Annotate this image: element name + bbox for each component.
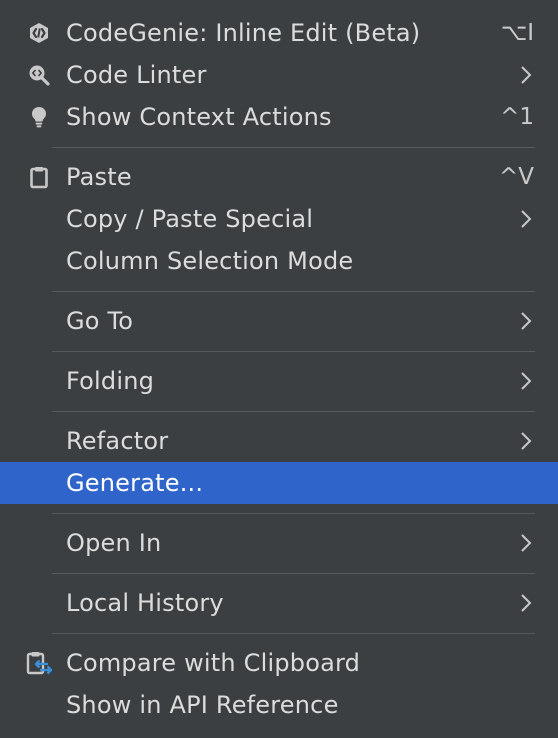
chevron-right-icon — [521, 312, 532, 330]
menu-item-show-context-actions[interactable]: Show Context Actions ^1 — [0, 96, 558, 138]
context-menu: CodeGenie: Inline Edit (Beta) ⌥I Code Li… — [0, 0, 558, 738]
menu-item-column-selection-mode[interactable]: Column Selection Mode — [0, 240, 558, 282]
menu-item-copy-paste-special[interactable]: Copy / Paste Special — [0, 198, 558, 240]
menu-item-label: CodeGenie: Inline Edit (Beta) — [66, 19, 421, 47]
menu-separator — [0, 282, 558, 300]
chevron-right-icon — [521, 534, 532, 552]
menu-item-refactor[interactable]: Refactor — [0, 420, 558, 462]
menu-item-label: Code Linter — [66, 61, 207, 89]
menu-item-folding[interactable]: Folding — [0, 360, 558, 402]
shortcut-label: ⌥I — [500, 20, 534, 46]
shortcut-label: ^V — [498, 164, 534, 190]
menu-item-label: Copy / Paste Special — [66, 205, 314, 233]
menu-item-code-linter[interactable]: Code Linter — [0, 54, 558, 96]
menu-item-show-in-api-reference[interactable]: Show in API Reference — [0, 684, 558, 726]
menu-item-codegenie-inline-edit[interactable]: CodeGenie: Inline Edit (Beta) ⌥I — [0, 12, 558, 54]
chevron-right-icon — [521, 210, 532, 228]
menu-item-label: Open In — [66, 529, 162, 557]
shortcut-label: ^1 — [500, 104, 534, 130]
menu-separator — [0, 402, 558, 420]
menu-separator — [0, 564, 558, 582]
lightbulb-icon — [26, 104, 52, 130]
menu-item-open-in[interactable]: Open In — [0, 522, 558, 564]
menu-item-label: Refactor — [66, 427, 169, 455]
code-linter-icon — [26, 62, 52, 88]
chevron-right-icon — [521, 432, 532, 450]
menu-item-label: Local History — [66, 589, 224, 617]
chevron-right-icon — [521, 66, 532, 84]
menu-item-generate[interactable]: Generate... — [0, 462, 558, 504]
menu-separator — [0, 342, 558, 360]
menu-item-label: Show in API Reference — [66, 691, 339, 719]
compare-clipboard-icon — [26, 650, 52, 676]
menu-item-label: Go To — [66, 307, 134, 335]
clipboard-icon — [26, 164, 52, 190]
codegenie-icon — [26, 20, 52, 46]
menu-separator — [0, 138, 558, 156]
menu-separator — [0, 624, 558, 642]
menu-item-label: Show Context Actions — [66, 103, 332, 131]
menu-item-label: Column Selection Mode — [66, 247, 354, 275]
menu-separator — [0, 504, 558, 522]
chevron-right-icon — [521, 372, 532, 390]
menu-item-compare-with-clipboard[interactable]: Compare with Clipboard — [0, 642, 558, 684]
menu-item-label: Generate... — [66, 469, 204, 497]
menu-item-go-to[interactable]: Go To — [0, 300, 558, 342]
chevron-right-icon — [521, 594, 532, 612]
menu-item-label: Compare with Clipboard — [66, 649, 361, 677]
menu-item-local-history[interactable]: Local History — [0, 582, 558, 624]
menu-item-paste[interactable]: Paste ^V — [0, 156, 558, 198]
menu-item-label: Paste — [66, 163, 132, 191]
menu-item-label: Folding — [66, 367, 155, 395]
